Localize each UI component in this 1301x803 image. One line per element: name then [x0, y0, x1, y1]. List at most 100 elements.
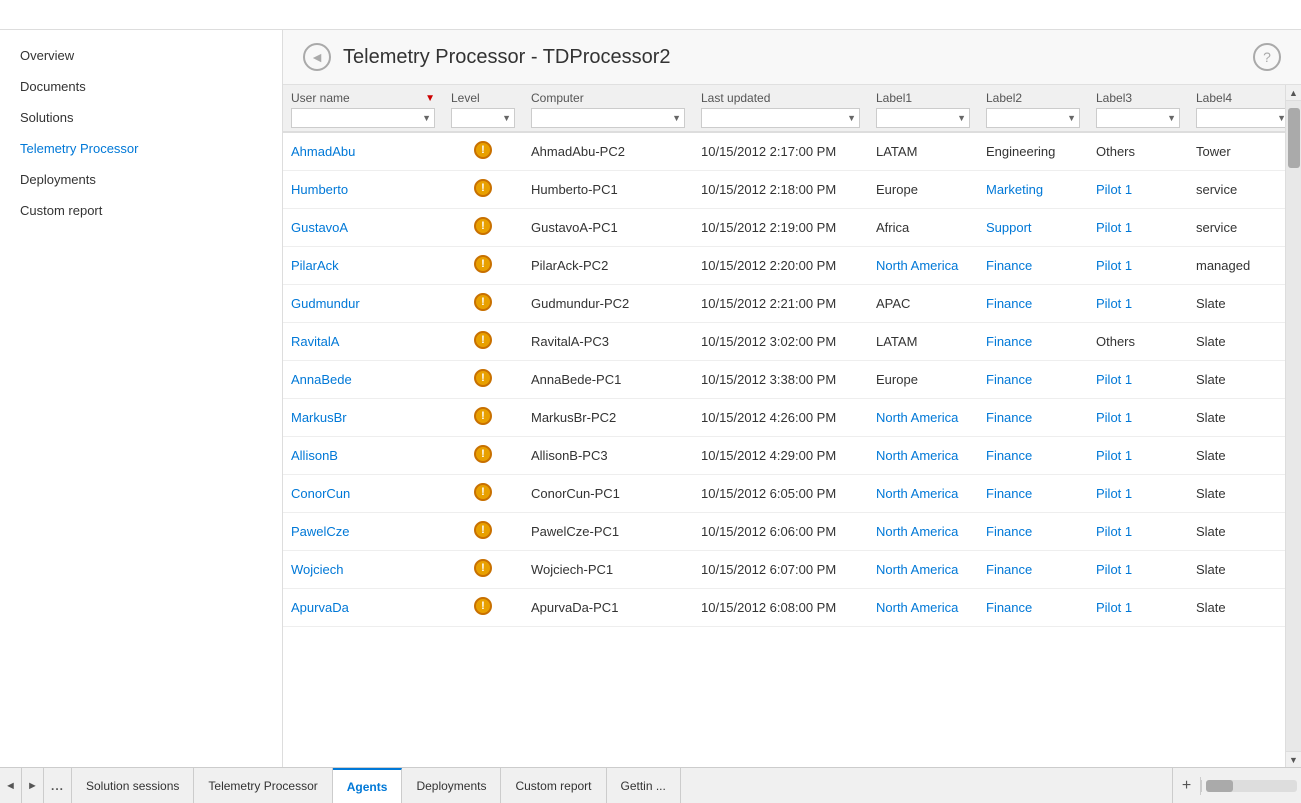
cell-label3-10[interactable]: Pilot 1	[1088, 513, 1188, 551]
user-link-2[interactable]: GustavoA	[291, 220, 348, 235]
table-container[interactable]: User name ▼ ▼	[283, 85, 1285, 767]
cell-label1-10[interactable]: North America	[868, 513, 978, 551]
label3-link-4[interactable]: Pilot 1	[1096, 296, 1132, 311]
user-link-8[interactable]: AllisonB	[291, 448, 338, 463]
label1-link-9[interactable]: North America	[876, 486, 958, 501]
user-link-9[interactable]: ConorCun	[291, 486, 350, 501]
label2-link-11[interactable]: Finance	[986, 562, 1032, 577]
cell-label1-9[interactable]: North America	[868, 475, 978, 513]
label3-link-6[interactable]: Pilot 1	[1096, 372, 1132, 387]
cell-label2-10[interactable]: Finance	[978, 513, 1088, 551]
label2-link-2[interactable]: Support	[986, 220, 1032, 235]
cell-username-0[interactable]: AhmadAbu	[283, 132, 443, 171]
tab-deployments[interactable]: Deployments	[402, 768, 501, 803]
label3-link-7[interactable]: Pilot 1	[1096, 410, 1132, 425]
cell-label2-5[interactable]: Finance	[978, 323, 1088, 361]
label3-link-1[interactable]: Pilot 1	[1096, 182, 1132, 197]
cell-username-2[interactable]: GustavoA	[283, 209, 443, 247]
cell-username-4[interactable]: Gudmundur	[283, 285, 443, 323]
cell-label3-12[interactable]: Pilot 1	[1088, 589, 1188, 627]
cell-label2-6[interactable]: Finance	[978, 361, 1088, 399]
scroll-up-button[interactable]: ▲	[1286, 85, 1301, 101]
label2-link-10[interactable]: Finance	[986, 524, 1032, 539]
cell-username-12[interactable]: ApurvaDa	[283, 589, 443, 627]
cell-label3-6[interactable]: Pilot 1	[1088, 361, 1188, 399]
back-button[interactable]: ◄	[303, 43, 331, 71]
cell-label2-11[interactable]: Finance	[978, 551, 1088, 589]
cell-label2-7[interactable]: Finance	[978, 399, 1088, 437]
tab-prev-button[interactable]: ◄	[0, 768, 22, 803]
label1-link-7[interactable]: North America	[876, 410, 958, 425]
label3-link-8[interactable]: Pilot 1	[1096, 448, 1132, 463]
cell-label2-8[interactable]: Finance	[978, 437, 1088, 475]
label2-link-4[interactable]: Finance	[986, 296, 1032, 311]
cell-label3-7[interactable]: Pilot 1	[1088, 399, 1188, 437]
cell-username-9[interactable]: ConorCun	[283, 475, 443, 513]
col-header-level[interactable]: Level ▼	[443, 85, 523, 132]
cell-username-7[interactable]: MarkusBr	[283, 399, 443, 437]
label2-link-7[interactable]: Finance	[986, 410, 1032, 425]
cell-username-6[interactable]: AnnaBede	[283, 361, 443, 399]
cell-label2-9[interactable]: Finance	[978, 475, 1088, 513]
label1-link-11[interactable]: North America	[876, 562, 958, 577]
user-link-4[interactable]: Gudmundur	[291, 296, 360, 311]
label1-link-8[interactable]: North America	[876, 448, 958, 463]
cell-label3-9[interactable]: Pilot 1	[1088, 475, 1188, 513]
user-link-0[interactable]: AhmadAbu	[291, 144, 355, 159]
sidebar-item-deployments[interactable]: Deployments	[0, 164, 282, 195]
label2-link-9[interactable]: Finance	[986, 486, 1032, 501]
cell-label1-12[interactable]: North America	[868, 589, 978, 627]
filter-label4[interactable]: ▼	[1196, 108, 1285, 128]
cell-label1-8[interactable]: North America	[868, 437, 978, 475]
cell-label3-1[interactable]: Pilot 1	[1088, 171, 1188, 209]
user-link-11[interactable]: Wojciech	[291, 562, 344, 577]
cell-label2-3[interactable]: Finance	[978, 247, 1088, 285]
cell-username-3[interactable]: PilarAck	[283, 247, 443, 285]
cell-label3-3[interactable]: Pilot 1	[1088, 247, 1188, 285]
cell-label3-4[interactable]: Pilot 1	[1088, 285, 1188, 323]
tab-agents[interactable]: Agents	[333, 768, 403, 803]
label2-link-8[interactable]: Finance	[986, 448, 1032, 463]
user-link-12[interactable]: ApurvaDa	[291, 600, 349, 615]
cell-label3-8[interactable]: Pilot 1	[1088, 437, 1188, 475]
label3-link-9[interactable]: Pilot 1	[1096, 486, 1132, 501]
cell-username-11[interactable]: Wojciech	[283, 551, 443, 589]
label2-link-12[interactable]: Finance	[986, 600, 1032, 615]
cell-label2-1[interactable]: Marketing	[978, 171, 1088, 209]
col-header-computer[interactable]: Computer ▼	[523, 85, 693, 132]
label3-link-11[interactable]: Pilot 1	[1096, 562, 1132, 577]
filter-computer[interactable]: ▼	[531, 108, 685, 128]
cell-label1-3[interactable]: North America	[868, 247, 978, 285]
sidebar-item-overview[interactable]: Overview	[0, 40, 282, 71]
filter-username[interactable]: ▼	[291, 108, 435, 128]
sidebar-item-custom-report[interactable]: Custom report	[0, 195, 282, 226]
user-link-3[interactable]: PilarAck	[291, 258, 339, 273]
col-header-label1[interactable]: Label1 ▼	[868, 85, 978, 132]
label3-link-12[interactable]: Pilot 1	[1096, 600, 1132, 615]
sidebar-item-documents[interactable]: Documents	[0, 71, 282, 102]
cell-label1-7[interactable]: North America	[868, 399, 978, 437]
cell-label2-4[interactable]: Finance	[978, 285, 1088, 323]
help-button[interactable]: ?	[1253, 43, 1281, 71]
label2-link-5[interactable]: Finance	[986, 334, 1032, 349]
tab-next-button[interactable]: ►	[22, 768, 44, 803]
cell-label3-2[interactable]: Pilot 1	[1088, 209, 1188, 247]
cell-label2-2[interactable]: Support	[978, 209, 1088, 247]
tab-custom-report[interactable]: Custom report	[501, 768, 606, 803]
col-header-lastupdated[interactable]: Last updated ▼	[693, 85, 868, 132]
col-header-label2[interactable]: Label2 ▼	[978, 85, 1088, 132]
cell-username-8[interactable]: AllisonB	[283, 437, 443, 475]
user-link-10[interactable]: PawelCze	[291, 524, 350, 539]
label2-link-3[interactable]: Finance	[986, 258, 1032, 273]
label1-link-10[interactable]: North America	[876, 524, 958, 539]
label3-link-2[interactable]: Pilot 1	[1096, 220, 1132, 235]
cell-label3-11[interactable]: Pilot 1	[1088, 551, 1188, 589]
filter-lastupdated[interactable]: ▼	[701, 108, 860, 128]
sidebar-item-telemetry-processor[interactable]: Telemetry Processor	[0, 133, 282, 164]
col-header-username[interactable]: User name ▼ ▼	[283, 85, 443, 132]
cell-label1-11[interactable]: North America	[868, 551, 978, 589]
vertical-scrollbar[interactable]: ▲ ▼	[1285, 85, 1301, 767]
filter-label3[interactable]: ▼	[1096, 108, 1180, 128]
scroll-down-button[interactable]: ▼	[1286, 751, 1301, 767]
user-link-6[interactable]: AnnaBede	[291, 372, 352, 387]
